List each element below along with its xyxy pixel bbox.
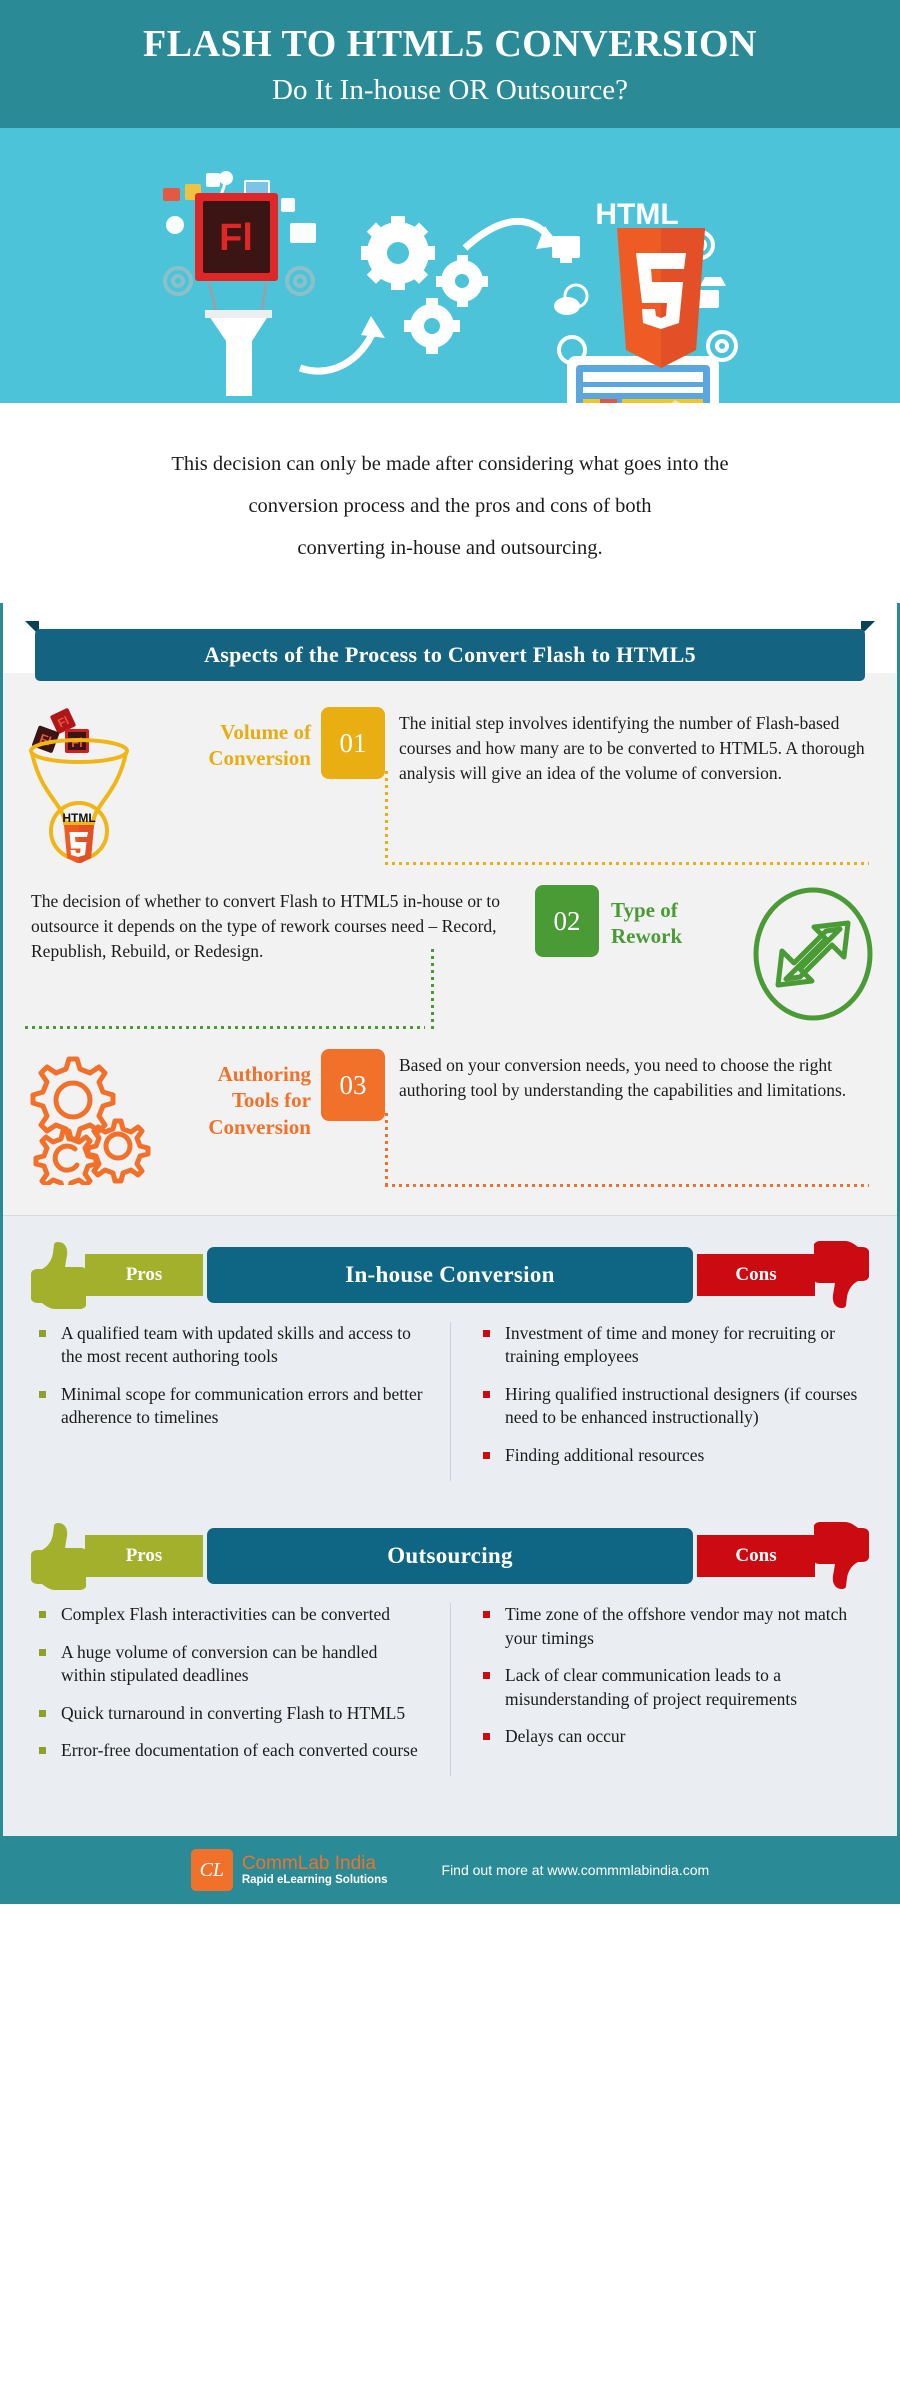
thumbs-up-icon [21,1520,89,1592]
page-header: FLASH TO HTML5 CONVERSION Do It In-house… [0,0,900,128]
step-number-02: 02 [535,885,599,958]
recycle-arrows-icon [729,881,897,1027]
hero-graphic: Fl HTML [163,171,738,403]
section-banner-wrap: Aspects of the Process to Convert Flash … [3,603,897,682]
cons-label-outsourcing: Cons [697,1535,815,1578]
pros-label-outsourcing: Pros [85,1535,203,1578]
cons-label-inhouse: Cons [697,1254,815,1297]
intro-line-1: This decision can only be made after con… [171,453,729,475]
list-item: A qualified team with updated skills and… [37,1322,426,1369]
thumbs-down-icon [811,1239,879,1311]
section-spacer [3,1489,897,1516]
arrow-to-html5 [462,217,553,251]
list-item: Hiring qualified instructional designers… [481,1383,873,1430]
pros-list-inhouse: A qualified team with updated skills and… [37,1322,426,1430]
list-item: Minimal scope for communication errors a… [37,1383,426,1430]
comparison-body-inhouse: A qualified team with updated skills and… [3,1304,897,1489]
step-number-01: 01 [321,707,385,780]
page-footer: CL CommLab India Rapid eLearning Solutio… [0,1836,900,1905]
intro-line-2: conversion process and the pros and cons… [248,495,652,518]
monitor-graphic [567,356,719,403]
page-subtitle: Do It In-house OR Outsource? [272,74,628,107]
brand-tagline: Rapid eLearning Solutions [241,1874,388,1887]
step-connector-horizontal [385,862,869,866]
funnel-html5-icon: Fl Fl Fl HTML [3,703,171,864]
step-connector-horizontal [25,1026,425,1030]
intro-paragraph: This decision can only be made after con… [0,403,900,604]
footer-url-note[interactable]: Find out more at www.commmlabindia.com [442,1862,710,1878]
step-connector-vertical [385,1113,388,1188]
intro-line-3: converting in-house and outsourcing. [297,537,603,560]
comparison-title-inhouse: In-house Conversion [207,1247,693,1304]
flash-icon-label: Fl [219,217,253,259]
step-description-03: Based on your conversion needs, you need… [399,1055,847,1101]
gears-icon [3,1045,171,1186]
section-banner-title: Aspects of the Process to Convert Flash … [204,642,696,668]
step-title-01: Volume of Conversion [208,720,311,771]
step-row-03: Authoring Tools for Conversion 03 Based … [3,1037,897,1195]
infographic-page: FLASH TO HTML5 CONVERSION Do It In-house… [0,0,900,2393]
thumbs-down-icon [811,1520,879,1592]
list-item: Finding additional resources [481,1444,873,1467]
steps-list: Fl Fl Fl HTML Volume of Conversion 01 Th… [3,673,897,1216]
list-item: Lack of clear communication leads to a m… [481,1664,873,1711]
svg-text:Fl: Fl [71,735,83,750]
cons-list-outsourcing: Time zone of the offshore vendor may not… [481,1603,873,1748]
hero-illustration: Fl HTML [0,128,900,403]
banner-ribbon: Aspects of the Process to Convert Flash … [35,629,865,682]
svg-text:HTML: HTML [62,811,95,825]
comparison-header-outsourcing: Pros Outsourcing Cons [21,1522,879,1591]
list-item: A huge volume of conversion can be handl… [37,1641,426,1688]
section-spacer [3,1784,897,1837]
step-connector-vertical [385,771,388,866]
section-banner: Aspects of the Process to Convert Flash … [25,621,875,682]
comparison-section-outsourcing: Pros Outsourcing Cons Complex Flash inte… [3,1515,897,1837]
brand-name: CommLab India [241,1852,376,1874]
step-description-02: The decision of whether to convert Flash… [31,891,500,962]
step-connector-vertical [431,949,434,1030]
list-item: Delays can occur [481,1725,873,1748]
step-row-01: Fl Fl Fl HTML Volume of Conversion 01 Th… [3,695,897,873]
step-title-03: Authoring Tools for Conversion [208,1062,311,1139]
list-item: Error-free documentation of each convert… [37,1739,426,1762]
step-description-01: The initial step involves identifying th… [399,713,865,784]
html5-shield-icon [617,228,705,368]
pros-list-outsourcing: Complex Flash interactivities can be con… [37,1603,426,1762]
small-gear-outline-left [163,266,193,296]
comparison-header-inhouse: Pros In-house Conversion Cons [21,1241,879,1310]
pros-label-inhouse: Pros [85,1254,203,1297]
pros-column-inhouse: A qualified team with updated skills and… [3,1322,450,1481]
step-number-03: 03 [321,1049,385,1122]
list-item: Quick turnaround in converting Flash to … [37,1702,426,1725]
step-row-02: The decision of whether to convert Flash… [3,873,897,1037]
cons-column-outsourcing: Time zone of the offshore vendor may not… [450,1603,897,1777]
small-gear-outline-right [285,266,315,296]
comparison-title-outsourcing: Outsourcing [207,1528,693,1585]
page-title: FLASH TO HTML5 CONVERSION [143,23,757,66]
brand-logo[interactable]: CL CommLab India Rapid eLearning Solutio… [190,1849,388,1892]
step-connector-horizontal [385,1184,869,1188]
comparison-section-inhouse: Pros In-house Conversion Cons A qualifie… [3,1215,897,1516]
content-panel: Aspects of the Process to Convert Flash … [0,603,900,1837]
funnel-shape [205,282,272,396]
cons-list-inhouse: Investment of time and money for recruit… [481,1322,873,1467]
comparison-body-outsourcing: Complex Flash interactivities can be con… [3,1585,897,1784]
thumbs-up-icon [21,1239,89,1311]
cons-column-inhouse: Investment of time and money for recruit… [450,1322,897,1482]
commlab-logo-icon: CL [190,1849,233,1892]
list-item: Investment of time and money for recruit… [481,1322,873,1369]
list-item: Time zone of the offshore vendor may not… [481,1603,873,1650]
pros-column-outsourcing: Complex Flash interactivities can be con… [3,1603,450,1776]
list-item: Complex Flash interactivities can be con… [37,1603,426,1626]
step-title-02: Type of Rework [611,898,683,949]
html-text-label: HTML [595,198,678,231]
